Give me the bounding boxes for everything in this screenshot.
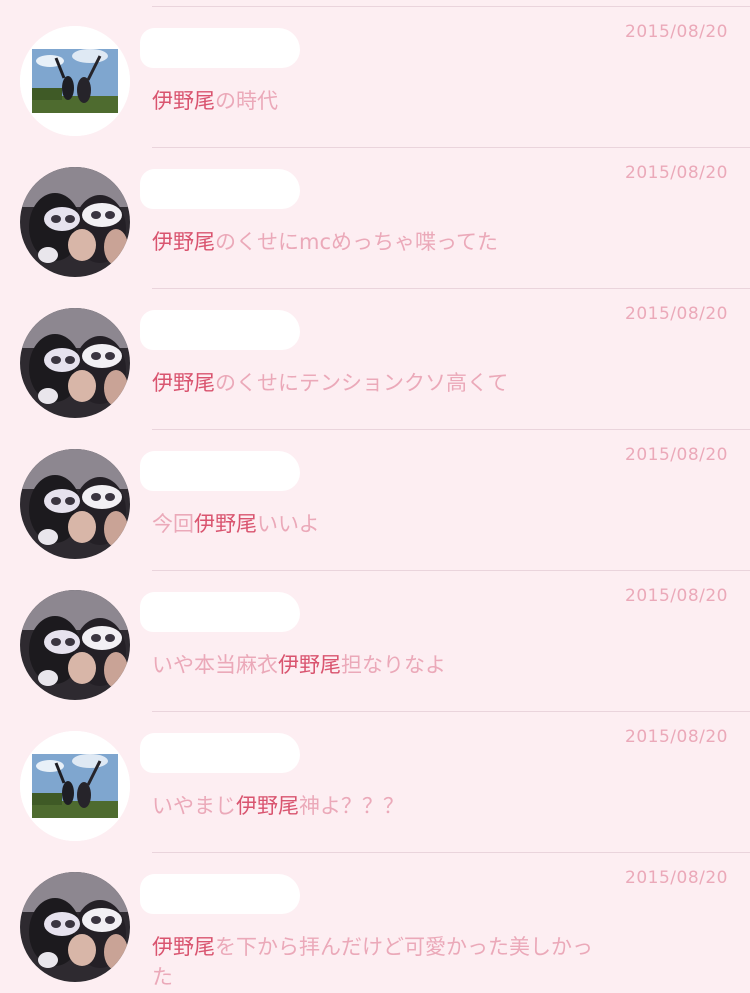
tweet-text: 伊野尾のくせにmcめっちゃ喋ってた — [152, 227, 602, 257]
tweet-date: 2015/08/20 — [625, 22, 728, 42]
tweet-text: 伊野尾を下から拝んだけど可愛かった美しかった — [152, 932, 602, 992]
divider — [152, 570, 750, 571]
tweet-feed: 2015/08/20 伊野尾の時代 2015/08/20 伊野尾のくせにmcめっちゃ喋… — [0, 0, 750, 990]
tweet-text-segment: 今回 — [152, 512, 194, 536]
tweet-date: 2015/08/20 — [625, 586, 728, 606]
divider — [152, 147, 750, 148]
tweet-item[interactable]: 2015/08/20 いやまじ伊野尾神よ？？？ — [0, 711, 750, 852]
redacted-username — [140, 28, 300, 68]
redacted-username — [140, 310, 300, 350]
highlighted-keyword: 伊野尾 — [152, 230, 215, 254]
tweet-text: 伊野尾の時代 — [152, 86, 602, 116]
highlighted-keyword: 伊野尾 — [236, 794, 299, 818]
avatar[interactable] — [20, 167, 130, 277]
tweet-item[interactable]: 2015/08/20 いや本当麻衣伊野尾担なりなよ — [0, 570, 750, 711]
tweet-text: いやまじ伊野尾神よ？？？ — [152, 791, 602, 821]
tweet-text-segment: いや本当麻衣 — [152, 653, 278, 677]
tweet-text-segment: いやまじ — [152, 794, 236, 818]
tweet-text-segment: を下から拝んだけど可愛かった美しかった — [152, 935, 593, 989]
tweet-text-segment: いいよ — [257, 512, 320, 536]
tweet-date: 2015/08/20 — [625, 304, 728, 324]
avatar[interactable] — [20, 308, 130, 418]
redacted-username — [140, 451, 300, 491]
tweet-text-segment: 神よ？？？ — [299, 794, 404, 818]
highlighted-keyword: 伊野尾 — [152, 935, 215, 959]
highlighted-keyword: 伊野尾 — [152, 89, 215, 113]
redacted-username — [140, 592, 300, 632]
highlighted-keyword: 伊野尾 — [278, 653, 341, 677]
avatar[interactable] — [20, 26, 130, 136]
tweet-date: 2015/08/20 — [625, 868, 728, 888]
tweet-text-segment: の時代 — [215, 89, 278, 113]
tweet-date: 2015/08/20 — [625, 163, 728, 183]
tweet-date: 2015/08/20 — [625, 445, 728, 465]
avatar[interactable] — [20, 449, 130, 559]
tweet-text: 伊野尾のくせにテンションクソ高くて — [152, 368, 602, 398]
tweet-item[interactable]: 2015/08/20 伊野尾のくせにmcめっちゃ喋ってた — [0, 147, 750, 288]
tweet-text-segment: のくせにmcめっちゃ喋ってた — [215, 230, 498, 254]
tweet-text: 今回伊野尾いいよ — [152, 509, 602, 539]
tweet-item[interactable]: 2015/08/20 今回伊野尾いいよ — [0, 429, 750, 570]
divider — [152, 288, 750, 289]
redacted-username — [140, 733, 300, 773]
tweet-item[interactable]: 2015/08/20 伊野尾のくせにテンションクソ高くて — [0, 288, 750, 429]
tweet-text-segment: 担なりなよ — [341, 653, 446, 677]
tweet-text: いや本当麻衣伊野尾担なりなよ — [152, 650, 602, 680]
divider — [152, 711, 750, 712]
divider — [152, 429, 750, 430]
tweet-date: 2015/08/20 — [625, 727, 728, 747]
redacted-username — [140, 169, 300, 209]
divider — [152, 6, 750, 7]
highlighted-keyword: 伊野尾 — [152, 371, 215, 395]
highlighted-keyword: 伊野尾 — [194, 512, 257, 536]
tweet-item[interactable]: 2015/08/20 伊野尾を下から拝んだけど可愛かった美しかった — [0, 852, 750, 993]
redacted-username — [140, 874, 300, 914]
divider — [152, 852, 750, 853]
tweet-item[interactable]: 2015/08/20 伊野尾の時代 — [0, 6, 750, 147]
avatar[interactable] — [20, 590, 130, 700]
avatar[interactable] — [20, 872, 130, 982]
tweet-text-segment: のくせにテンションクソ高くて — [215, 371, 509, 395]
avatar[interactable] — [20, 731, 130, 841]
